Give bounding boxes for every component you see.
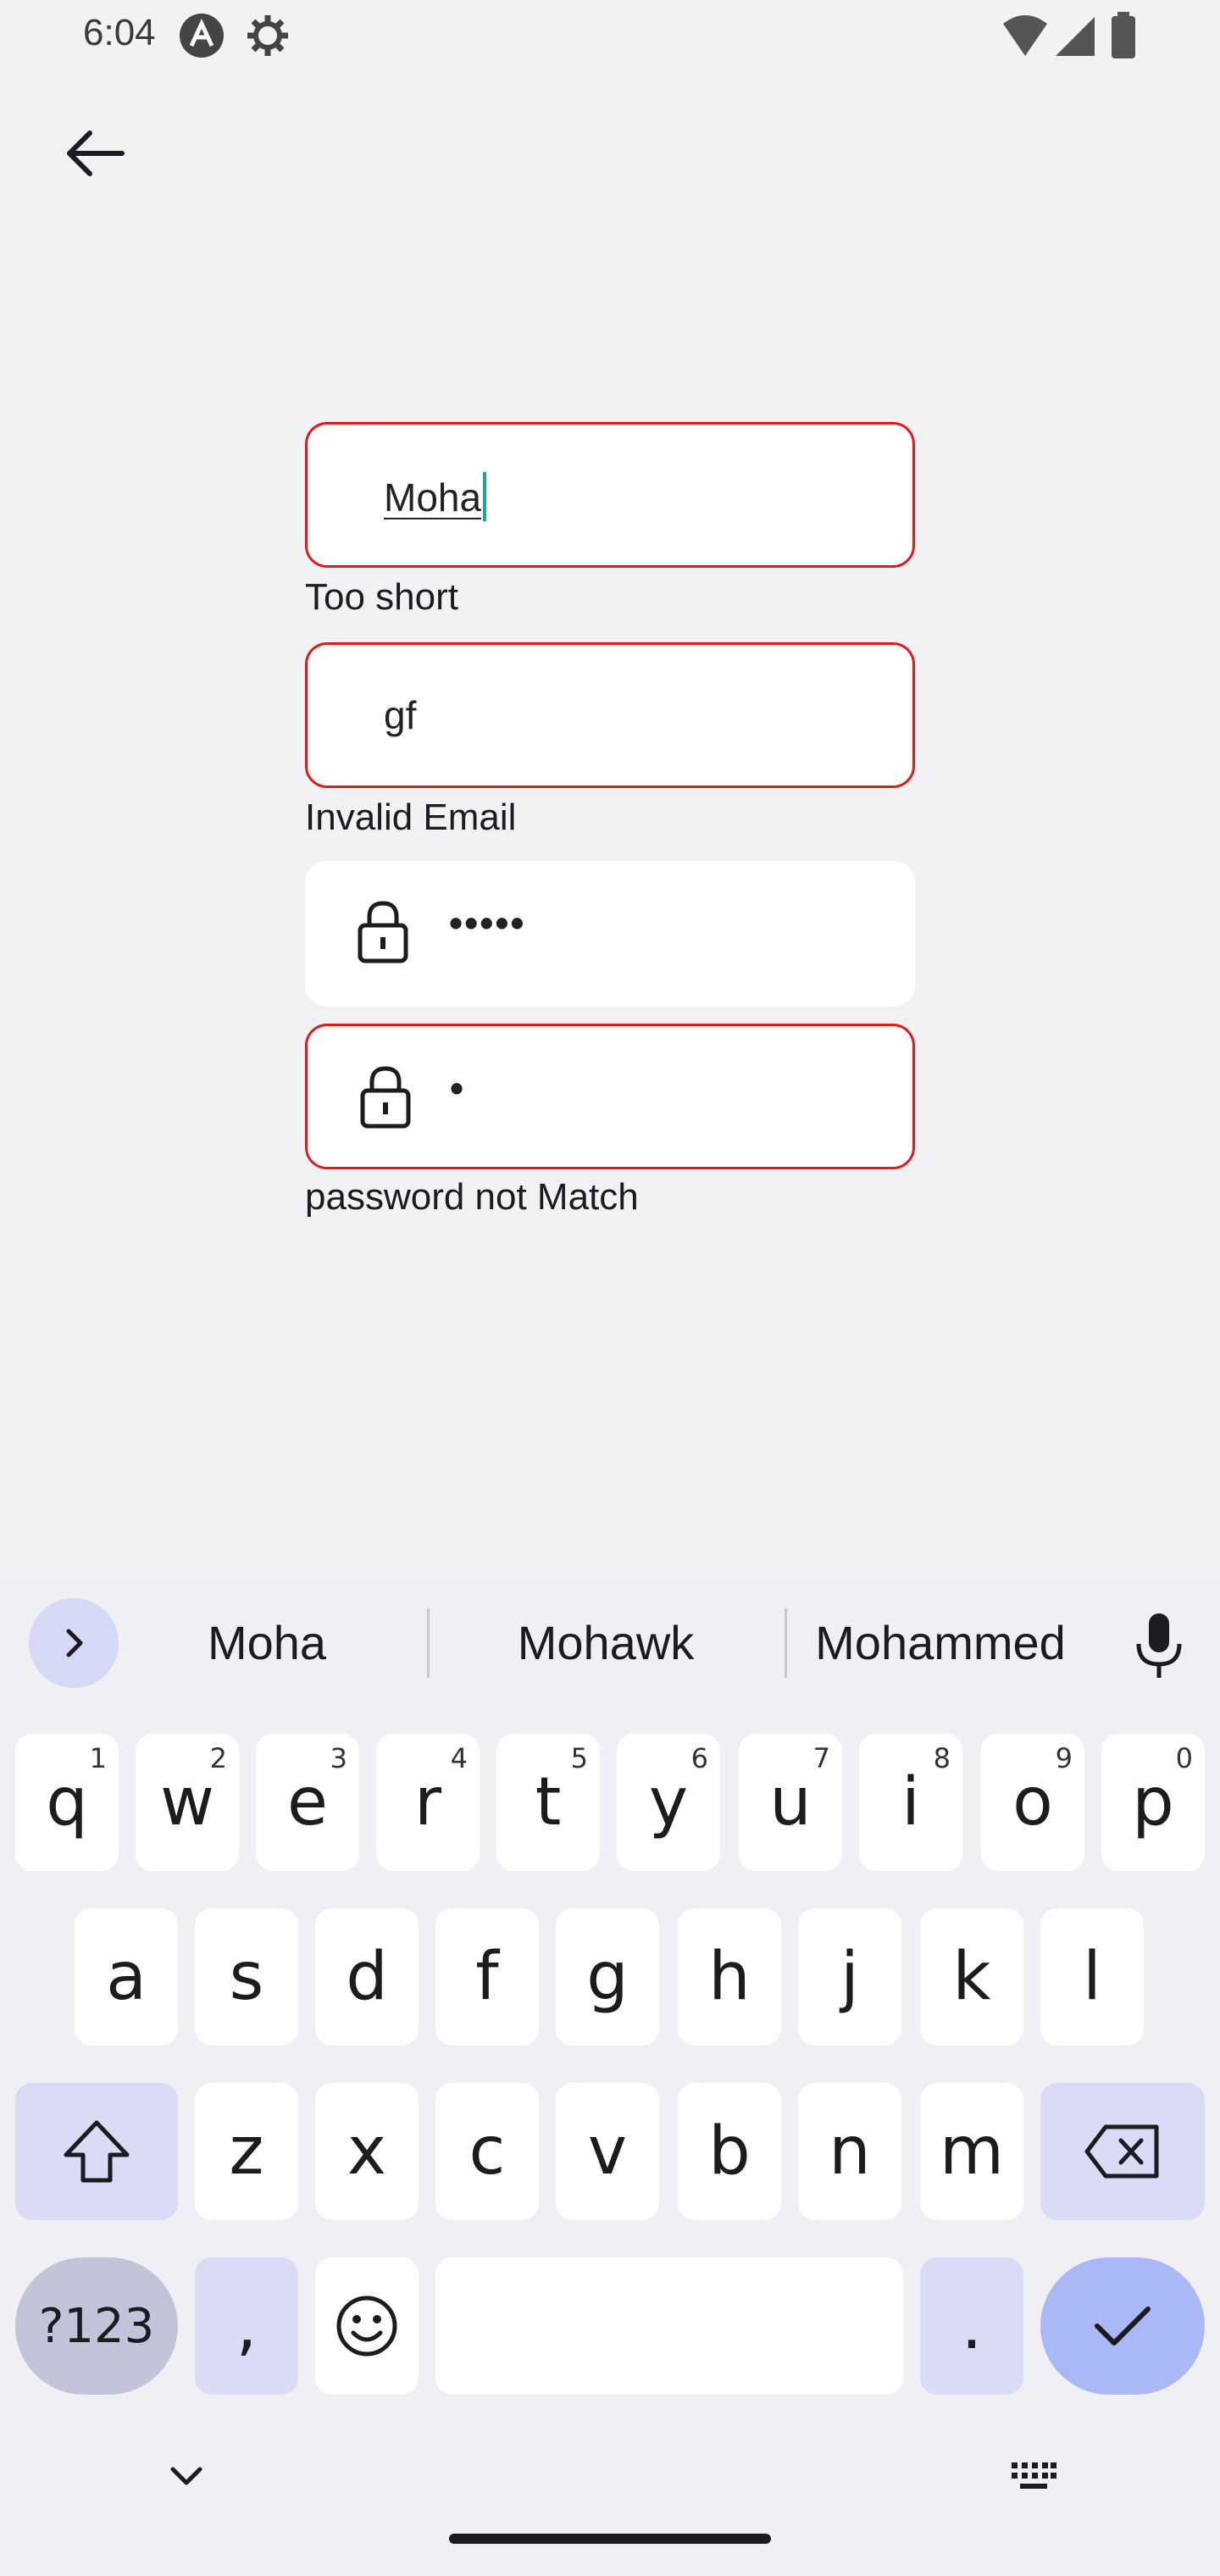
cell-signal-icon (1056, 17, 1095, 56)
email-field-value: gf (384, 693, 417, 737)
navigation-bar (0, 2440, 1220, 2576)
key-o[interactable]: o9 (981, 1734, 1084, 1871)
suggestion-1[interactable]: Moha (161, 1615, 373, 1670)
key-d[interactable]: d (315, 1908, 419, 2046)
space-key[interactable] (435, 2257, 903, 2395)
suggestion-2[interactable]: Mohawk (474, 1615, 737, 1670)
confirm-password-field[interactable]: • (305, 1024, 915, 1169)
backspace-key[interactable] (1040, 2083, 1205, 2220)
period-key[interactable]: . (920, 2257, 1023, 2395)
suggestion-divider (427, 1608, 430, 1678)
key-f[interactable]: f (435, 1908, 539, 2046)
key-i[interactable]: i8 (859, 1734, 962, 1871)
name-error-message: Too short (305, 576, 458, 618)
key-e[interactable]: e3 (256, 1734, 359, 1871)
key-g[interactable]: g (556, 1908, 659, 2046)
keyboard-switch-icon[interactable] (1010, 2461, 1057, 2491)
name-field[interactable]: Moha (305, 422, 915, 568)
key-c[interactable]: c (435, 2083, 539, 2220)
key-q[interactable]: q1 (15, 1734, 119, 1871)
text-caret (483, 472, 487, 521)
back-button[interactable] (53, 115, 137, 192)
emoji-key[interactable] (315, 2257, 419, 2395)
backspace-icon (1084, 2124, 1159, 2179)
key-k[interactable]: k (920, 1908, 1023, 2046)
lock-icon (358, 901, 408, 963)
password-field-value: ••••• (449, 901, 526, 945)
checkmark-icon (1095, 2307, 1151, 2346)
chevron-right-icon (66, 1629, 83, 1657)
password-field[interactable]: ••••• (305, 861, 915, 1007)
confirm-password-error-message: password not Match (305, 1176, 639, 1218)
comma-key[interactable]: , (195, 2257, 298, 2395)
status-time: 6:04 (83, 12, 156, 53)
key-x[interactable]: x (315, 2083, 419, 2220)
shift-arrow-icon (64, 2120, 130, 2183)
key-r[interactable]: r4 (376, 1734, 480, 1871)
settings-gear-icon (247, 15, 288, 56)
home-gesture-pill[interactable] (449, 2534, 771, 2544)
shift-key[interactable] (15, 2083, 178, 2220)
key-a[interactable]: a (75, 1908, 178, 2046)
suggestion-divider (785, 1608, 787, 1678)
key-u[interactable]: u7 (739, 1734, 842, 1871)
keyboard-expand-button[interactable] (29, 1598, 119, 1688)
name-field-value: Moha (384, 475, 482, 519)
key-w[interactable]: w2 (136, 1734, 239, 1871)
key-s[interactable]: s (195, 1908, 298, 2046)
key-p[interactable]: p0 (1101, 1734, 1205, 1871)
key-m[interactable]: m (920, 2083, 1023, 2220)
key-y[interactable]: y6 (617, 1734, 720, 1871)
suggestion-bar: Moha Mohawk Mohammed (0, 1574, 1220, 1710)
key-n[interactable]: n (798, 2083, 901, 2220)
wifi-icon (1003, 15, 1047, 56)
done-key[interactable] (1040, 2257, 1205, 2395)
arrow-back-icon (67, 130, 125, 176)
symbols-key[interactable]: ?123 (15, 2257, 178, 2395)
status-bar: 6:04 (0, 0, 1220, 78)
key-z[interactable]: z (195, 2083, 298, 2220)
key-h[interactable]: h (678, 1908, 781, 2046)
email-field[interactable]: gf (305, 642, 915, 788)
emoji-smile-icon (336, 2296, 397, 2357)
soft-keyboard: Moha Mohawk Mohammed q1 w2 e3 r4 t5 y6 u… (0, 1574, 1220, 2576)
keyboard-hide-chevron-icon[interactable] (169, 2464, 203, 2488)
battery-icon (1112, 12, 1135, 58)
key-j[interactable]: j (798, 1908, 901, 2046)
key-l[interactable]: l (1040, 1908, 1144, 2046)
microphone-icon[interactable] (1134, 1612, 1184, 1681)
key-v[interactable]: v (556, 2083, 659, 2220)
key-b[interactable]: b (678, 2083, 781, 2220)
app-a-icon (180, 14, 224, 58)
key-t[interactable]: t5 (496, 1734, 600, 1871)
confirm-password-field-value: • (450, 1066, 466, 1110)
lock-icon (360, 1066, 411, 1129)
suggestion-3[interactable]: Mohammed (796, 1615, 1084, 1670)
email-error-message: Invalid Email (305, 797, 517, 838)
